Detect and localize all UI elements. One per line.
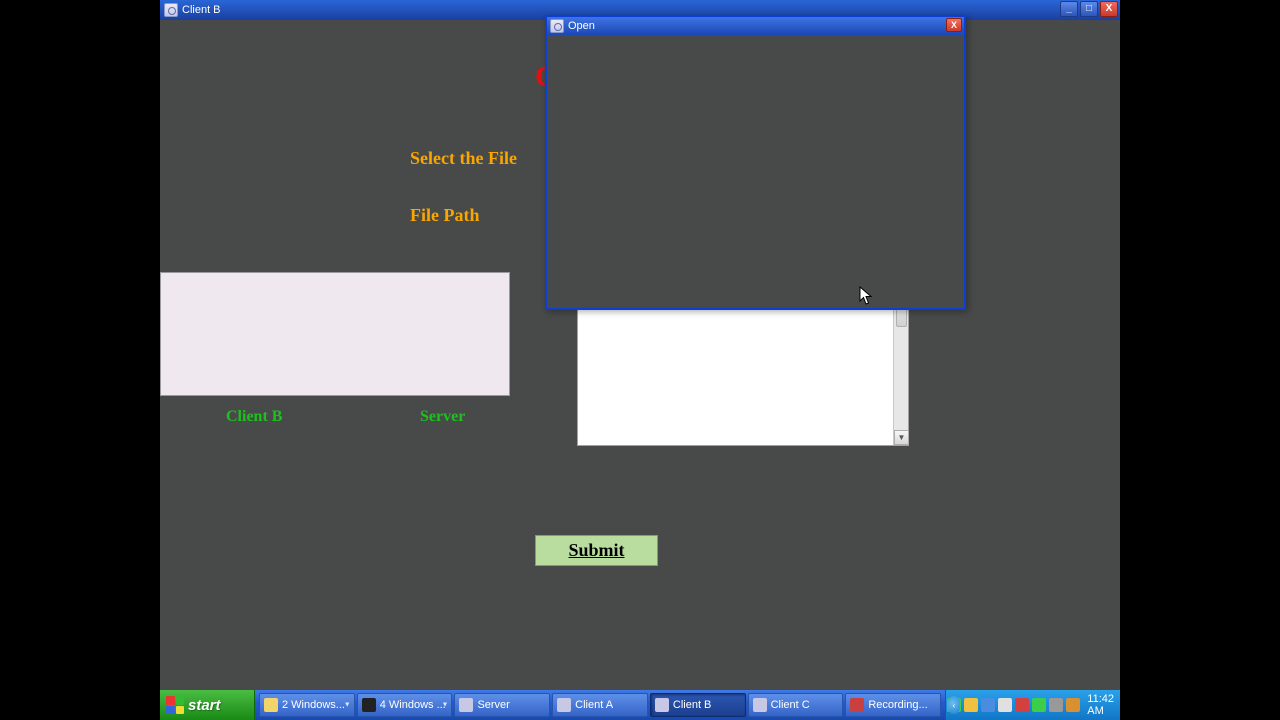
taskbar-item-label: 4 Windows ... [380,699,446,711]
taskbar-item[interactable]: Client C [748,693,844,717]
tray-icon[interactable] [1015,698,1029,712]
minimize-button[interactable]: _ [1060,1,1078,17]
taskbar-item-icon [264,698,278,712]
cursor-icon [859,286,873,306]
client-server-pane[interactable] [160,272,510,396]
taskbar-item-icon [459,698,473,712]
client-label: Client B [226,408,282,426]
start-button[interactable]: start [160,690,255,720]
submit-button[interactable]: Submit [535,535,658,566]
open-dialog[interactable]: Open X [545,15,966,310]
scroll-down-button[interactable]: ▼ [894,430,909,445]
clock: 11:42 AM [1087,693,1114,717]
taskbar-item-label: Recording... [868,699,927,711]
tray-icons [947,698,1080,712]
server-label: Server [420,408,465,426]
taskbar-item-label: Client A [575,699,613,711]
start-label: start [188,697,221,714]
taskbar-item-icon [753,698,767,712]
taskbar-item-icon [362,698,376,712]
windows-logo-icon [166,696,184,714]
taskbar-item-icon [557,698,571,712]
taskbar-item-label: Client B [673,699,712,711]
tray-icon[interactable] [964,698,978,712]
tray-icon[interactable] [1032,698,1046,712]
main-window-title: Client B [182,4,221,16]
dialog-body [549,35,962,306]
taskbar-item[interactable]: Server [454,693,550,717]
window-buttons: _ □ X [1060,1,1118,17]
tray-icon[interactable] [1049,698,1063,712]
taskbar-item[interactable]: Client A [552,693,648,717]
tray-icon[interactable] [998,698,1012,712]
taskbar-item[interactable]: Client B [650,693,746,717]
taskbar-item[interactable]: 2 Windows...▼ [259,693,355,717]
taskbar-item-label: Client C [771,699,810,711]
dialog-close-button[interactable]: X [946,18,962,32]
chevron-down-icon: ▼ [442,702,449,709]
tray-expand-icon[interactable]: ‹ [948,696,960,714]
select-file-label: Select the File [410,148,517,169]
taskbar-item-label: Server [477,699,509,711]
tray-icon[interactable] [1066,698,1080,712]
desktop-area: Client B _ □ X Client B Select the File … [160,0,1120,720]
taskbar: start 2 Windows...▼4 Windows ...▼ServerC… [160,690,1120,720]
file-path-label: File Path [410,205,480,226]
stage: Client B _ □ X Client B Select the File … [0,0,1280,720]
chevron-down-icon: ▼ [344,702,351,709]
taskbar-item[interactable]: 4 Windows ...▼ [357,693,453,717]
tray-icon[interactable] [981,698,995,712]
taskbar-item-icon [655,698,669,712]
close-button[interactable]: X [1100,1,1118,17]
dialog-titlebar[interactable]: Open X [547,17,964,35]
maximize-button[interactable]: □ [1080,1,1098,17]
taskbar-item[interactable]: Recording... [845,693,941,717]
java-icon [550,19,564,33]
taskbar-item-icon [850,698,864,712]
taskbar-items: 2 Windows...▼4 Windows ...▼ServerClient … [255,690,945,720]
taskbar-item-label: 2 Windows... [282,699,345,711]
dialog-title: Open [568,20,595,32]
java-icon [164,3,178,17]
system-tray[interactable]: ‹ 11:42 AM [945,690,1120,720]
